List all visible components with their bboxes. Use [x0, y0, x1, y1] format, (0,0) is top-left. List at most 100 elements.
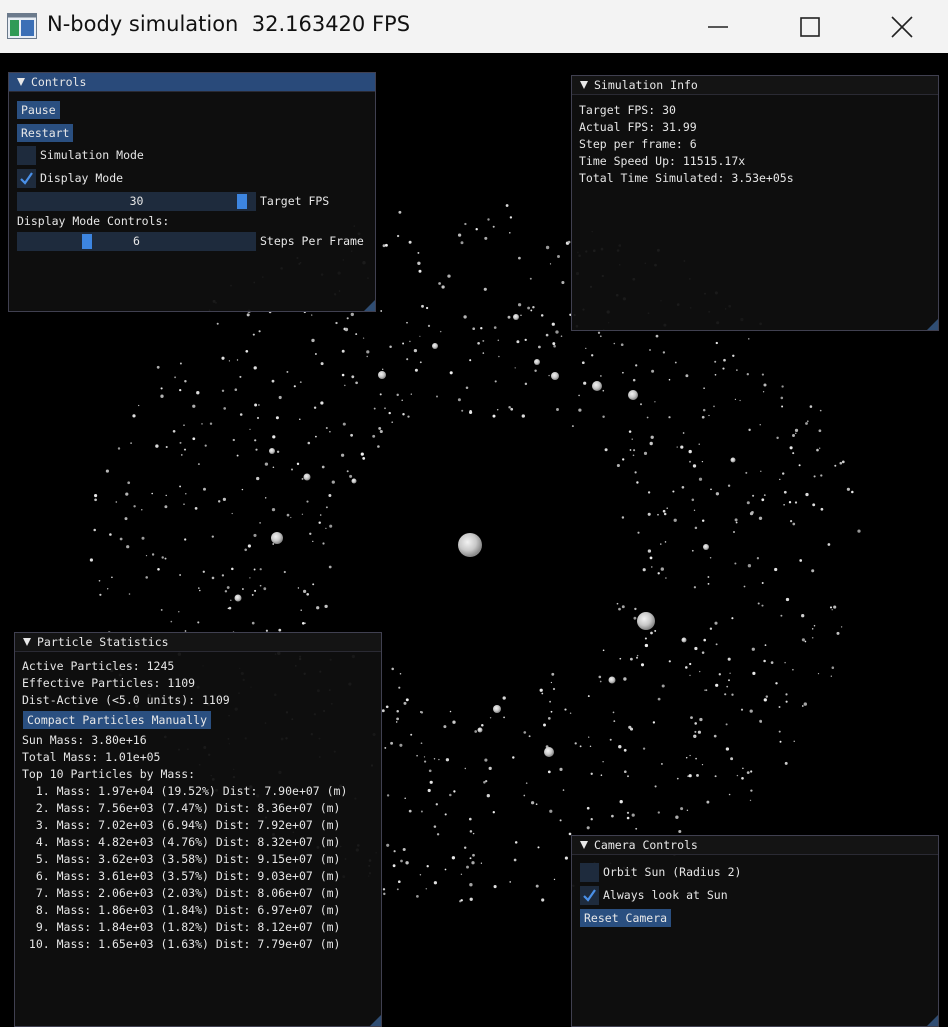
minimize-button[interactable] [672, 0, 764, 53]
dust-particle [723, 358, 726, 362]
sun-mass: Sun Mass: 3.80e+16 [22, 733, 147, 747]
collapse-triangle-icon[interactable] [17, 78, 25, 86]
dust-particle [523, 794, 526, 797]
dust-particle [416, 895, 419, 898]
dust-particle [427, 788, 431, 793]
dust-particle [179, 441, 182, 444]
orbit-sun-checkbox[interactable] [580, 863, 599, 882]
dust-particle [524, 338, 527, 342]
dust-particle [438, 758, 440, 761]
dust-particle [170, 620, 173, 623]
resize-grip[interactable] [364, 300, 375, 311]
dust-particle [616, 463, 620, 468]
dust-particle [271, 507, 276, 512]
dust-particle [469, 409, 472, 413]
dust-particle [788, 501, 792, 504]
dust-particle [286, 513, 290, 517]
dust-particle [331, 480, 335, 484]
collapse-triangle-icon[interactable] [580, 841, 588, 849]
dust-particle [660, 567, 664, 571]
resize-grip[interactable] [927, 1015, 938, 1026]
resize-grip[interactable] [927, 319, 938, 330]
collapse-triangle-icon[interactable] [580, 81, 588, 89]
dust-particle [335, 321, 338, 325]
particle-statistics-window[interactable]: Particle Statistics Active Particles: 12… [14, 632, 382, 1027]
dust-particle [483, 781, 486, 784]
reset-camera-button[interactable]: Reset Camera [580, 909, 672, 927]
dust-particle [602, 415, 605, 419]
particle-statistics-header[interactable]: Particle Statistics [15, 633, 381, 652]
dust-particle [128, 593, 131, 595]
dust-particle [117, 447, 121, 450]
simulation-mode-checkbox[interactable] [17, 146, 36, 165]
dust-particle [480, 327, 483, 330]
dust-particle [263, 587, 267, 591]
collapse-triangle-icon[interactable] [23, 638, 31, 646]
controls-window[interactable]: Controls Pause Restart Simulation Mode D… [8, 72, 376, 312]
dust-particle [813, 624, 816, 627]
dust-particle [321, 465, 325, 469]
dust-particle [535, 803, 538, 806]
steps-per-frame-slider[interactable]: 6 [17, 232, 256, 251]
dust-particle [228, 606, 232, 610]
restart-button[interactable]: Restart [17, 124, 74, 142]
dust-particle [613, 720, 616, 722]
camera-controls-header[interactable]: Camera Controls [572, 836, 938, 855]
dust-particle [710, 488, 712, 491]
dust-particle [699, 717, 703, 722]
dust-particle [463, 315, 467, 319]
display-mode-checkbox[interactable] [17, 169, 36, 188]
dust-particle [107, 588, 109, 590]
dust-particle [386, 794, 390, 797]
dust-particle [197, 621, 200, 624]
app-window-icon [7, 13, 37, 39]
dust-particle [782, 472, 785, 475]
dust-particle [616, 602, 619, 605]
simulation-info-window[interactable]: Simulation Info Target FPS: 30 Actual FP… [571, 75, 939, 331]
dust-particle [481, 724, 484, 727]
particle [608, 676, 616, 684]
active-particles: Active Particles: 1245 [22, 659, 175, 673]
dust-particle [264, 497, 267, 499]
pause-button[interactable]: Pause [17, 101, 60, 119]
dust-particle [236, 454, 239, 457]
dust-particle [325, 506, 328, 509]
dust-particle [398, 210, 402, 214]
dust-particle [646, 416, 649, 419]
close-button[interactable] [856, 0, 948, 53]
dust-particle [545, 333, 549, 337]
target-fps-slider[interactable]: 30 [17, 192, 256, 211]
dust-particle [469, 883, 473, 887]
dust-particle [436, 395, 438, 398]
dust-particle [831, 609, 833, 611]
dust-particle [487, 218, 490, 221]
dust-particle [230, 599, 232, 602]
dust-particle [236, 359, 239, 361]
dust-particle [414, 368, 418, 372]
dust-particle [623, 770, 627, 774]
always-look-at-sun-checkbox[interactable] [580, 886, 599, 905]
dust-particle [636, 654, 639, 657]
dust-particle [421, 304, 424, 308]
dust-particle [549, 809, 553, 813]
dust-particle [734, 518, 738, 522]
dust-particle [634, 471, 637, 474]
dust-particle [783, 490, 787, 494]
dust-particle [736, 369, 738, 371]
dust-particle [745, 471, 748, 474]
info-actual-fps: Actual FPS: 31.99 [579, 120, 697, 134]
dust-particle [761, 373, 764, 376]
dust-particle [278, 395, 282, 400]
compact-particles-button[interactable]: Compact Particles Manually [23, 711, 212, 729]
resize-grip[interactable] [370, 1015, 381, 1026]
simulation-info-header[interactable]: Simulation Info [572, 76, 938, 95]
controls-header[interactable]: Controls [9, 73, 375, 92]
dust-particle [660, 762, 663, 765]
dust-particle [449, 710, 452, 713]
dust-particle [471, 861, 475, 865]
camera-controls-window[interactable]: Camera Controls Orbit Sun (Radius 2) Alw… [571, 835, 939, 1027]
maximize-button[interactable] [764, 0, 856, 53]
dust-particle [709, 556, 712, 559]
dust-particle [813, 475, 816, 478]
dust-particle [811, 636, 814, 639]
